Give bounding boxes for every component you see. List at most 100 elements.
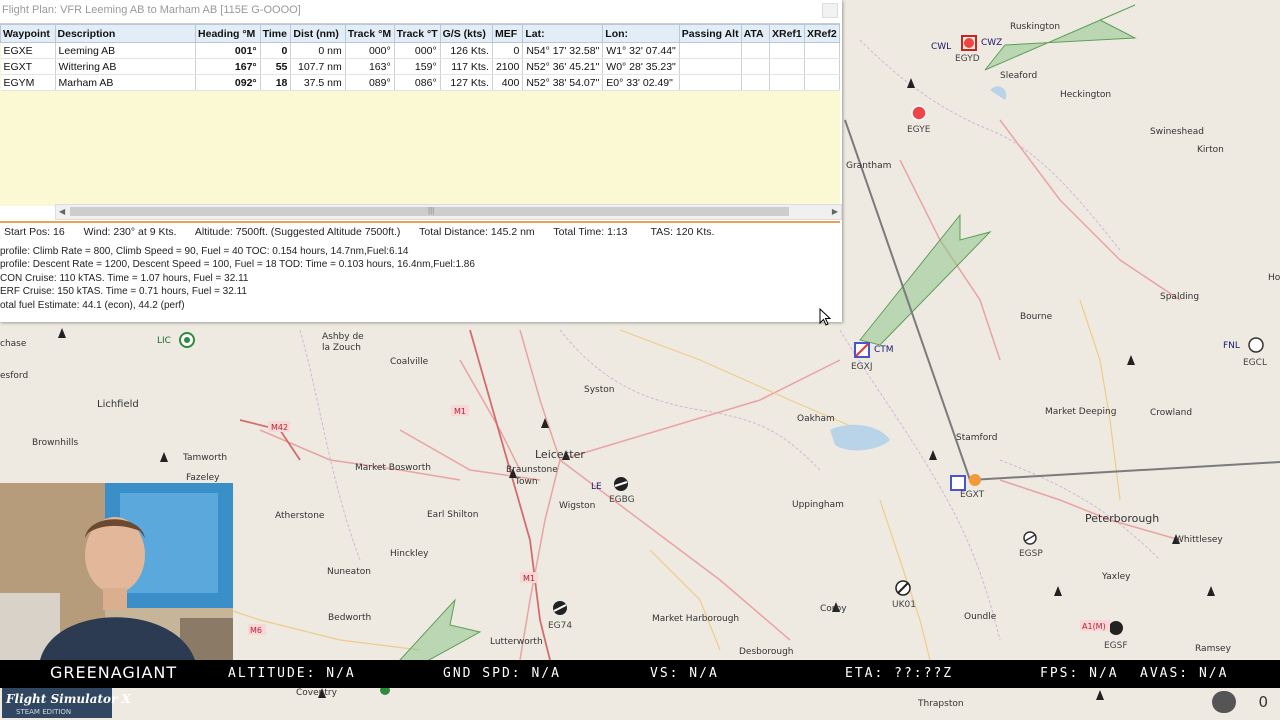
svg-text:Braunstone: Braunstone bbox=[506, 465, 558, 475]
cell-track-m[interactable]: 163° bbox=[345, 58, 395, 75]
altitude: Altitude: 7500ft. (Suggested Altitude 75… bbox=[194, 226, 401, 238]
cell-heading[interactable]: 092° bbox=[195, 74, 261, 91]
cell-passing-alt[interactable] bbox=[679, 74, 742, 91]
svg-text:LIC: LIC bbox=[157, 336, 171, 346]
cell-passing-alt[interactable] bbox=[679, 42, 742, 59]
svg-text:Ho: Ho bbox=[1268, 273, 1280, 283]
wind: Wind: 230° at 9 Kts. bbox=[83, 226, 177, 238]
cell-description[interactable]: Marham AB bbox=[55, 74, 197, 91]
svg-text:esford: esford bbox=[0, 371, 28, 381]
cell-xref2[interactable] bbox=[804, 58, 841, 75]
col-heading[interactable]: Heading °M bbox=[195, 24, 261, 43]
cell-track-m[interactable]: 089° bbox=[345, 74, 395, 91]
logo-title: Flight Simulator X bbox=[5, 692, 132, 706]
cell-lon[interactable]: W1° 32' 07.44" bbox=[602, 42, 680, 59]
cell-time[interactable]: 55 bbox=[260, 58, 292, 75]
cell-mef[interactable]: 400 bbox=[492, 74, 524, 91]
col-lon[interactable]: Lon: bbox=[602, 24, 680, 43]
cell-description[interactable]: Wittering AB bbox=[55, 58, 197, 75]
svg-text:Coalville: Coalville bbox=[390, 357, 429, 367]
svg-text:Brownhills: Brownhills bbox=[32, 438, 78, 448]
cell-description[interactable]: Leeming AB bbox=[55, 42, 197, 59]
col-track-t[interactable]: Track °T bbox=[393, 24, 441, 43]
svg-text:Oundle: Oundle bbox=[964, 612, 997, 622]
cell-time[interactable]: 18 bbox=[260, 74, 292, 91]
cell-dist[interactable]: 37.5 nm bbox=[290, 74, 346, 91]
svg-text:Crowland: Crowland bbox=[1150, 408, 1192, 418]
cell-ata[interactable] bbox=[741, 74, 771, 91]
close-button[interactable] bbox=[822, 3, 838, 18]
cell-ata[interactable] bbox=[741, 42, 771, 59]
stream-hud-bar: GREENAGIANT ALTITUDE: N/A GND SPD: N/A V… bbox=[0, 660, 1280, 688]
cell-lat[interactable]: N52° 36' 45.21" bbox=[522, 58, 604, 75]
col-gs[interactable]: G/S (kts) bbox=[439, 24, 493, 43]
cell-waypoint[interactable]: EGXE bbox=[0, 42, 56, 59]
cell-heading[interactable]: 167° bbox=[195, 58, 261, 75]
svg-text:FNL: FNL bbox=[1223, 341, 1240, 351]
profile-line: profile: Climb Rate = 800, Climb Speed =… bbox=[0, 246, 409, 257]
col-mef[interactable]: MEF bbox=[491, 24, 524, 43]
flight-summary: Start Pos: 16 Wind: 230° at 9 Kts. Altit… bbox=[4, 226, 730, 238]
col-dist[interactable]: Dist (nm) bbox=[290, 24, 346, 43]
svg-text:LE: LE bbox=[591, 482, 602, 492]
cell-track-t[interactable]: 086° bbox=[394, 74, 441, 91]
svg-text:M42: M42 bbox=[271, 423, 288, 432]
table-row[interactable]: EGYM Marham AB 092° 18 37.5 nm 089° 086°… bbox=[0, 74, 841, 91]
col-description[interactable]: Description bbox=[54, 24, 197, 43]
cell-mef[interactable]: 0 bbox=[492, 42, 524, 59]
svg-text:UK01: UK01 bbox=[892, 600, 916, 610]
svg-text:Heckington: Heckington bbox=[1060, 90, 1111, 100]
cell-track-t[interactable]: 000° bbox=[394, 42, 441, 59]
cell-xref2[interactable] bbox=[804, 42, 841, 59]
scroll-left-icon[interactable]: ◀ bbox=[59, 207, 65, 216]
hud-vertical-speed: VS: N/A bbox=[650, 666, 719, 681]
scroll-right-icon[interactable]: ▶ bbox=[832, 207, 838, 216]
mouse-cursor-icon bbox=[819, 308, 831, 326]
flight-plan-window[interactable]: Flight Plan: VFR Leeming AB to Marham AB… bbox=[0, 0, 842, 322]
cell-mef[interactable]: 2100 bbox=[492, 58, 524, 75]
cell-track-t[interactable]: 159° bbox=[394, 58, 441, 75]
cell-xref1[interactable] bbox=[769, 42, 805, 59]
cell-dist[interactable]: 107.7 nm bbox=[290, 58, 346, 75]
cell-xref1[interactable] bbox=[769, 74, 805, 91]
cell-ata[interactable] bbox=[741, 58, 771, 75]
cell-gs[interactable]: 127 Kts. bbox=[440, 74, 493, 91]
col-lat[interactable]: Lat: bbox=[522, 24, 604, 43]
cell-lon[interactable]: W0° 28' 35.23" bbox=[602, 58, 680, 75]
cell-dist[interactable]: 0 nm bbox=[290, 42, 346, 59]
cell-heading[interactable]: 001° bbox=[195, 42, 261, 59]
cell-waypoint[interactable]: EGXT bbox=[0, 58, 56, 75]
cell-time[interactable]: 0 bbox=[260, 42, 292, 59]
col-passing-alt[interactable]: Passing Alt bbox=[678, 24, 742, 43]
cell-lat[interactable]: N54° 17' 32.58" bbox=[522, 42, 604, 59]
svg-text:Market Bosworth: Market Bosworth bbox=[355, 463, 431, 473]
cell-track-m[interactable]: 000° bbox=[345, 42, 395, 59]
svg-text:Fazeley: Fazeley bbox=[186, 473, 220, 483]
svg-text:Yaxley: Yaxley bbox=[1101, 572, 1131, 582]
table-row[interactable]: EGXE Leeming AB 001° 0 0 nm 000° 000° 12… bbox=[0, 42, 841, 59]
cell-gs[interactable]: 126 Kts. bbox=[440, 42, 493, 59]
col-track-m[interactable]: Track °M bbox=[344, 24, 395, 43]
cell-lon[interactable]: E0° 33' 02.49" bbox=[602, 74, 680, 91]
flight-plan-grid[interactable]: Waypoint Description Heading °M Time Dis… bbox=[0, 23, 841, 206]
hud-eta: ETA: ??:??Z bbox=[845, 666, 954, 681]
col-waypoint[interactable]: Waypoint bbox=[0, 24, 56, 43]
cell-lat[interactable]: N52° 38' 54.07" bbox=[522, 74, 604, 91]
cell-waypoint[interactable]: EGYM bbox=[0, 74, 56, 91]
col-xref1[interactable]: XRef1 bbox=[769, 24, 805, 43]
total-time: Total Time: 1:13 bbox=[553, 226, 628, 238]
cell-passing-alt[interactable] bbox=[679, 58, 742, 75]
table-row[interactable]: EGXT Wittering AB 167° 55 107.7 nm 163° … bbox=[0, 58, 841, 75]
total-distance: Total Distance: 145.2 nm bbox=[419, 226, 535, 238]
horizontal-scrollbar[interactable]: ◀ ||| ▶ bbox=[55, 204, 842, 220]
camera-icon bbox=[1212, 691, 1236, 713]
cell-xref1[interactable] bbox=[769, 58, 805, 75]
svg-text:Town: Town bbox=[514, 477, 538, 487]
col-xref2[interactable]: XRef2 bbox=[803, 24, 841, 43]
cell-xref2[interactable] bbox=[804, 74, 841, 91]
cell-gs[interactable]: 117 Kts. bbox=[440, 58, 493, 75]
col-time[interactable]: Time bbox=[259, 24, 292, 43]
col-ata[interactable]: ATA bbox=[740, 24, 771, 43]
webcam-overlay bbox=[0, 483, 233, 660]
svg-text:Hinckley: Hinckley bbox=[390, 549, 429, 559]
